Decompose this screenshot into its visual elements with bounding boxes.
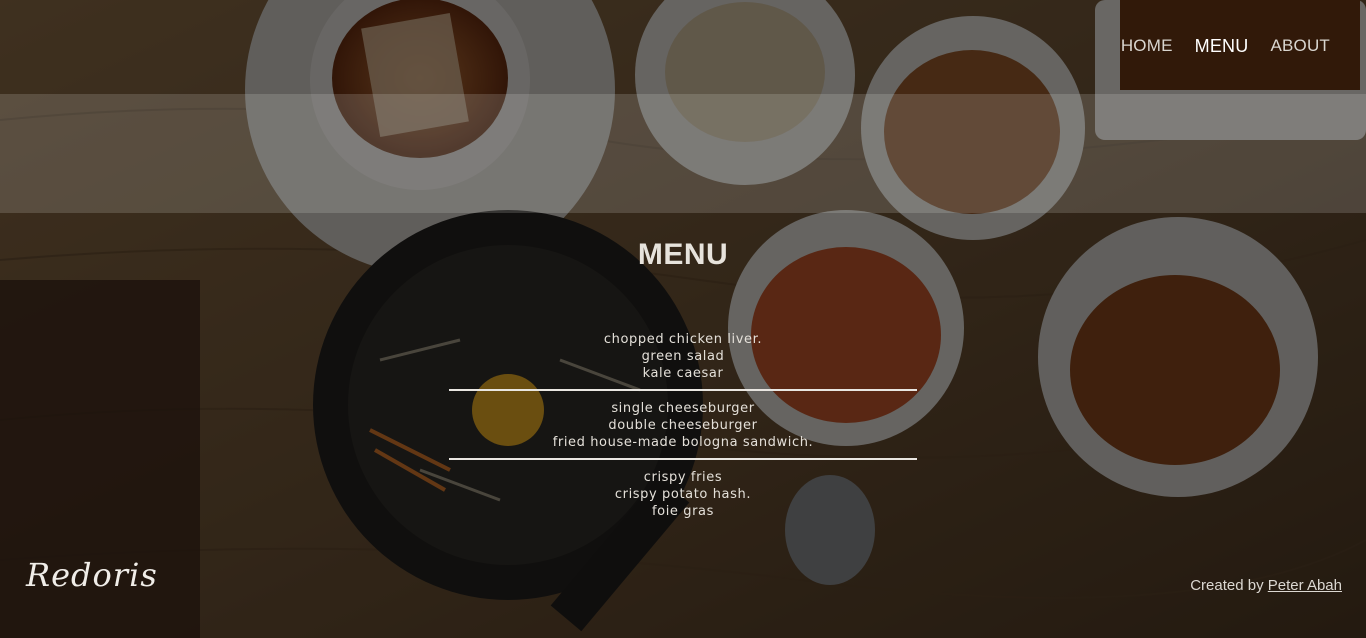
- menu-list: chopped chicken liver. green salad kale …: [449, 331, 917, 520]
- menu-item: crispy potato hash.: [614, 487, 752, 502]
- nav-about-link[interactable]: ABOUT: [1270, 36, 1330, 57]
- menu-item: foie gras: [651, 504, 714, 519]
- menu-item: kale caesar: [642, 366, 724, 381]
- menu-item: chopped chicken liver.: [603, 332, 763, 347]
- menu-item: green salad: [641, 349, 725, 364]
- menu-divider: [449, 389, 917, 391]
- menu-group: crispy fries crispy potato hash. foie gr…: [449, 469, 917, 520]
- author-link[interactable]: Peter Abah: [1268, 577, 1342, 594]
- nav-menu-link[interactable]: MENU: [1195, 36, 1249, 57]
- menu-group: single cheeseburger double cheeseburger …: [449, 400, 917, 451]
- menu-item: fried house-made bologna sandwich.: [552, 435, 814, 450]
- menu-divider: [449, 458, 917, 460]
- nav-home-link[interactable]: HOME: [1121, 36, 1173, 57]
- menu-item: double cheeseburger: [608, 418, 758, 433]
- footer-credit: Created by Peter Abah: [1190, 577, 1342, 594]
- site-logo[interactable]: Redoris: [26, 556, 158, 594]
- menu-item: single cheeseburger: [611, 401, 755, 416]
- top-nav: HOME MENU ABOUT: [1121, 36, 1330, 57]
- page-title: MENU: [637, 238, 729, 271]
- menu-item: crispy fries: [643, 470, 723, 485]
- credit-prefix: Created by: [1190, 577, 1264, 594]
- translucent-band: [0, 94, 1366, 213]
- menu-group: chopped chicken liver. green salad kale …: [449, 331, 917, 382]
